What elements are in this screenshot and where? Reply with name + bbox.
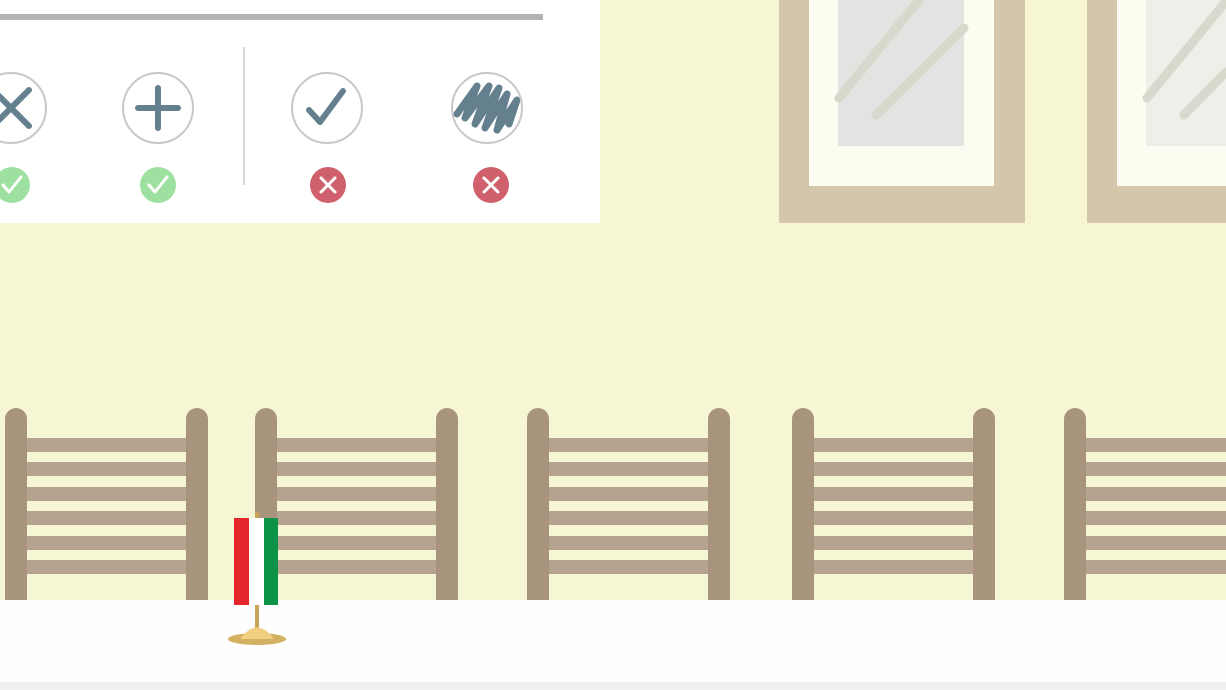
option-circle <box>451 72 523 144</box>
option-check-button[interactable] <box>291 72 363 144</box>
floor <box>0 600 1226 682</box>
window-left <box>779 0 1025 223</box>
fence-section <box>5 408 208 601</box>
floor-edge <box>0 682 1226 690</box>
fence-section <box>792 408 995 601</box>
option-circle <box>122 72 194 144</box>
option-cross-button[interactable] <box>0 72 47 144</box>
panel-divider <box>243 47 245 185</box>
cross-icon <box>482 176 500 194</box>
checkmark-icon <box>306 88 346 125</box>
incorrect-badge <box>473 167 509 203</box>
cross-icon <box>319 176 337 194</box>
option-circle <box>0 72 47 144</box>
fence-section <box>1064 408 1226 601</box>
plus-icon <box>135 85 181 131</box>
scribble-icon <box>453 82 521 134</box>
fence-section <box>527 408 730 601</box>
option-plus-button[interactable] <box>122 72 194 144</box>
window-right <box>1087 0 1226 223</box>
incorrect-badge <box>310 167 346 203</box>
checkmark-icon <box>147 175 169 194</box>
cross-icon <box>0 87 32 129</box>
answer-panel <box>0 0 600 223</box>
option-scribble-button[interactable] <box>451 72 523 144</box>
correct-badge <box>140 167 176 203</box>
hungarian-flag-icon <box>228 512 286 645</box>
scene <box>0 0 1226 690</box>
checkmark-icon <box>1 175 23 194</box>
correct-badge <box>0 167 30 203</box>
option-circle <box>291 72 363 144</box>
progress-bar <box>0 14 543 20</box>
